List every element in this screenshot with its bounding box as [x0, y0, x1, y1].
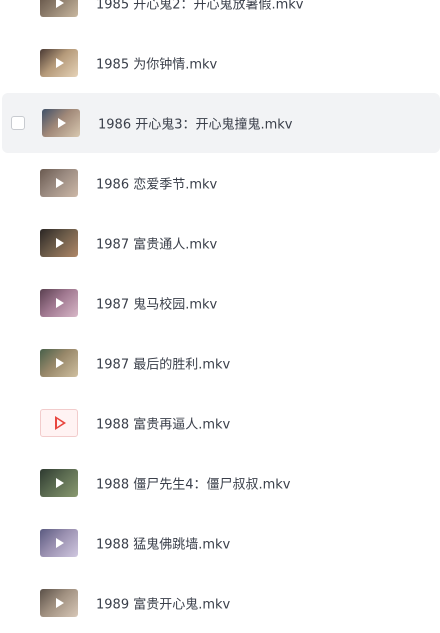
file-row[interactable]: 1988 猛鬼佛跳墙.mkv [0, 513, 440, 573]
file-name[interactable]: 1989 富贵开心鬼.mkv [96, 594, 230, 613]
file-name[interactable]: 1988 僵尸先生4：僵尸叔叔.mkv [96, 474, 291, 493]
video-thumbnail[interactable] [40, 349, 78, 377]
file-name[interactable]: 1985 为你钟情.mkv [96, 54, 217, 73]
video-thumbnail[interactable] [40, 229, 78, 257]
file-row[interactable]: 1988 富贵再逼人.mkv [0, 393, 440, 453]
video-thumbnail[interactable] [40, 49, 78, 77]
file-name[interactable]: 1986 恋爱季节.mkv [96, 174, 217, 193]
video-thumbnail[interactable] [40, 589, 78, 617]
play-icon [56, 298, 64, 308]
video-file-placeholder-icon[interactable] [40, 409, 78, 437]
file-row[interactable]: 1989 富贵开心鬼.mkv [0, 573, 440, 633]
play-icon [55, 416, 66, 430]
file-row[interactable]: 1987 鬼马校园.mkv [0, 273, 440, 333]
file-name[interactable]: 1986 开心鬼3：开心鬼撞鬼.mkv [98, 114, 293, 133]
video-thumbnail[interactable] [40, 529, 78, 557]
video-thumbnail[interactable] [40, 289, 78, 317]
play-icon [56, 238, 64, 248]
file-name[interactable]: 1987 富贵通人.mkv [96, 234, 217, 253]
file-name[interactable]: 1988 富贵再逼人.mkv [96, 414, 230, 433]
video-thumbnail[interactable] [40, 0, 78, 17]
play-icon [56, 478, 64, 488]
file-name[interactable]: 1987 最后的胜利.mkv [96, 354, 230, 373]
video-thumbnail[interactable] [40, 469, 78, 497]
file-row[interactable]: 1986 开心鬼3：开心鬼撞鬼.mkv [2, 93, 440, 153]
play-icon [56, 358, 64, 368]
play-icon [56, 598, 64, 608]
play-icon [56, 58, 64, 68]
file-select-checkbox[interactable] [11, 116, 25, 130]
file-name[interactable]: 1987 鬼马校园.mkv [96, 294, 217, 313]
file-name[interactable]: 1988 猛鬼佛跳墙.mkv [96, 534, 230, 553]
file-row[interactable]: 1985 开心鬼2：开心鬼放暑假.mkv [0, 0, 440, 33]
file-row[interactable]: 1988 僵尸先生4：僵尸叔叔.mkv [0, 453, 440, 513]
play-icon [56, 178, 64, 188]
file-list: 1985 开心鬼2：开心鬼放暑假.mkv 1985 为你钟情.mkv 1986 开心… [0, 0, 440, 633]
play-icon [56, 0, 64, 8]
file-row[interactable]: 1986 恋爱季节.mkv [0, 153, 440, 213]
play-icon [58, 118, 66, 128]
file-row[interactable]: 1987 最后的胜利.mkv [0, 333, 440, 393]
file-row[interactable]: 1987 富贵通人.mkv [0, 213, 440, 273]
file-row[interactable]: 1985 为你钟情.mkv [0, 33, 440, 93]
play-icon [56, 538, 64, 548]
video-thumbnail[interactable] [42, 109, 80, 137]
file-name[interactable]: 1985 开心鬼2：开心鬼放暑假.mkv [96, 0, 304, 13]
video-thumbnail[interactable] [40, 169, 78, 197]
